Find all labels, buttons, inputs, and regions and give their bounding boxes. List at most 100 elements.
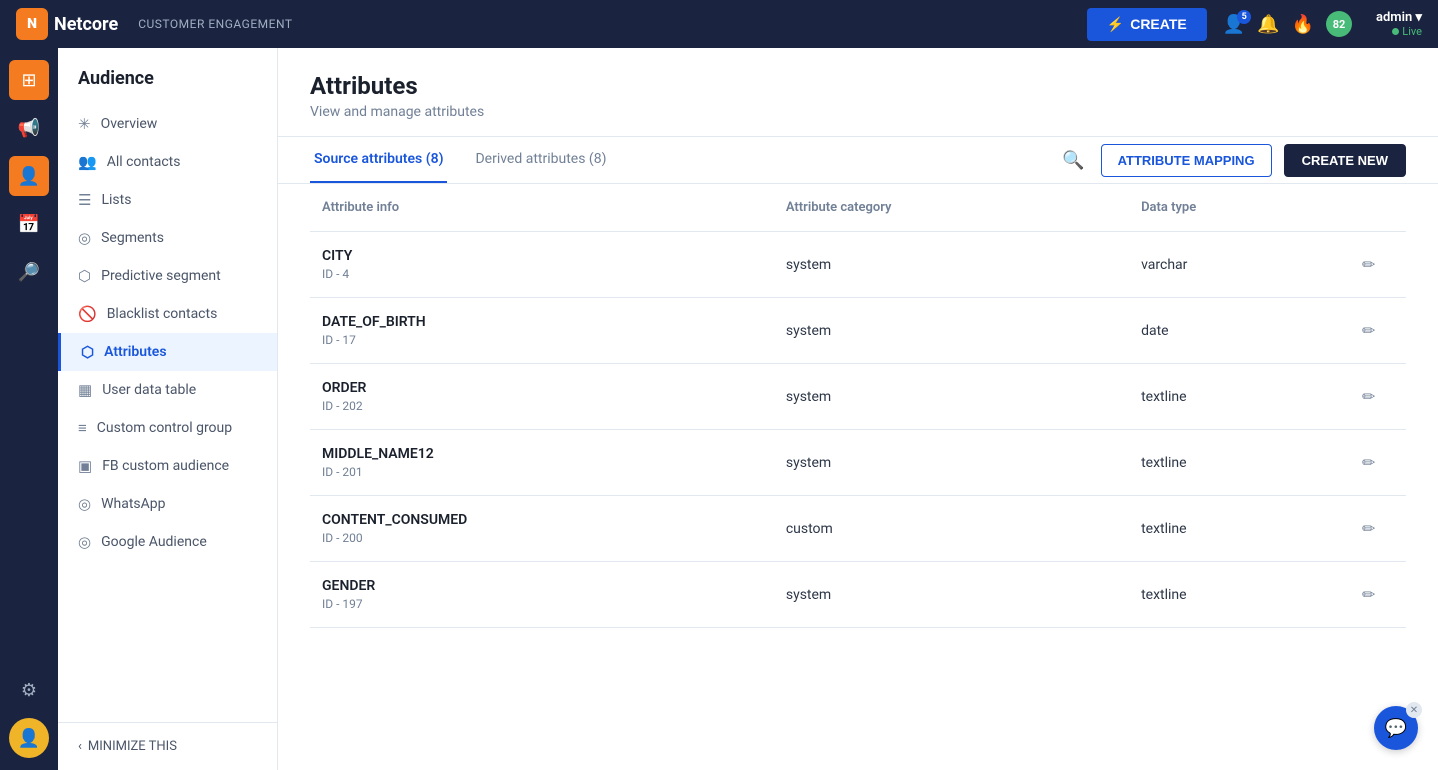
rail-item-support[interactable]: 👤 <box>9 718 49 758</box>
rail-item-calendar[interactable]: 📅 <box>9 204 49 244</box>
attr-action-cell: ✏ <box>1346 298 1406 364</box>
attr-info-cell: DATE_OF_BIRTH ID - 17 <box>310 298 774 364</box>
sidebar-item-predictive-segment[interactable]: ⬡ Predictive segment <box>58 257 277 295</box>
attr-action-cell: ✏ <box>1346 430 1406 496</box>
sidebar-nav: ✳ Overview 👥 All contacts ☰ Lists ◎ Segm… <box>58 101 277 722</box>
attr-id: ID - 202 <box>322 399 762 413</box>
top-navigation: N Netcore CUSTOMER ENGAGEMENT ⚡ CREATE 👤… <box>0 0 1438 48</box>
attr-category-cell: custom <box>774 496 1129 562</box>
sidebar-item-label: Blacklist contacts <box>107 306 218 322</box>
lists-icon: ☰ <box>78 191 91 209</box>
sidebar-item-label: Segments <box>101 230 164 246</box>
sidebar-item-google-audience[interactable]: ◎ Google Audience <box>58 523 277 561</box>
sidebar-item-lists[interactable]: ☰ Lists <box>58 181 277 219</box>
attr-id: ID - 200 <box>322 531 762 545</box>
col-attribute-category: Attribute category <box>774 184 1129 232</box>
attr-info-cell: ORDER ID - 202 <box>310 364 774 430</box>
create-label: CREATE <box>1130 16 1187 32</box>
chat-bubble[interactable]: 💬 ✕ <box>1374 706 1418 750</box>
overview-icon: ✳ <box>78 115 91 133</box>
sidebar-item-user-data-table[interactable]: ▦ User data table <box>58 371 277 409</box>
page-title: Attributes <box>310 72 1406 100</box>
edit-attribute-button[interactable]: ✏ <box>1358 581 1379 609</box>
table-row: DATE_OF_BIRTH ID - 17 system date ✏ <box>310 298 1406 364</box>
rail-item-grid[interactable]: ⊞ <box>9 60 49 100</box>
attr-datatype-cell: varchar <box>1129 232 1346 298</box>
edit-attribute-button[interactable]: ✏ <box>1358 383 1379 411</box>
edit-attribute-button[interactable]: ✏ <box>1358 515 1379 543</box>
attr-name: CONTENT_CONSUMED <box>322 512 762 528</box>
minimize-label: MINIMIZE THIS <box>88 739 177 754</box>
search-button[interactable]: 🔍 <box>1058 146 1088 175</box>
rail-item-analytics[interactable]: 🔎 <box>9 252 49 292</box>
attr-datatype-cell: textline <box>1129 496 1346 562</box>
sidebar-item-label: Predictive segment <box>101 268 221 284</box>
admin-dropdown[interactable]: admin ▾ Live <box>1376 10 1422 38</box>
attr-action-cell: ✏ <box>1346 496 1406 562</box>
attr-datatype-cell: textline <box>1129 430 1346 496</box>
edit-attribute-button[interactable]: ✏ <box>1358 251 1379 279</box>
col-actions <box>1346 184 1406 232</box>
edit-attribute-button[interactable]: ✏ <box>1358 449 1379 477</box>
sidebar-item-label: Lists <box>101 192 131 208</box>
bell-icon[interactable]: 🔔 <box>1257 14 1279 35</box>
fire-icon[interactable]: 🔥 <box>1292 14 1314 35</box>
attr-datatype-cell: textline <box>1129 364 1346 430</box>
attr-name: GENDER <box>322 578 762 594</box>
green-circle-icon[interactable]: 82 <box>1326 11 1352 37</box>
user-nav-icon[interactable]: 👤 5 <box>1223 14 1245 35</box>
table-head: Attribute info Attribute category Data t… <box>310 184 1406 232</box>
sidebar-item-label: User data table <box>102 382 196 398</box>
attr-category-cell: system <box>774 232 1129 298</box>
rail-item-audience[interactable]: 👤 <box>9 156 49 196</box>
tabs-actions: 🔍 ATTRIBUTE MAPPING CREATE NEW <box>1058 144 1406 177</box>
attribute-mapping-button[interactable]: ATTRIBUTE MAPPING <box>1101 144 1272 177</box>
sidebar-item-overview[interactable]: ✳ Overview <box>58 105 277 143</box>
page-header: Attributes View and manage attributes <box>278 48 1438 137</box>
sidebar-item-whatsapp[interactable]: ◎ WhatsApp <box>58 485 277 523</box>
user-data-icon: ▦ <box>78 381 92 399</box>
attr-info-cell: CITY ID - 4 <box>310 232 774 298</box>
logo[interactable]: N Netcore <box>16 8 118 40</box>
chat-close-button[interactable]: ✕ <box>1406 702 1422 718</box>
attributes-icon: ⬡ <box>81 343 94 361</box>
attr-category-cell: system <box>774 562 1129 628</box>
tab-source-attributes[interactable]: Source attributes (8) <box>310 137 447 183</box>
sidebar-item-label: WhatsApp <box>101 496 165 512</box>
user-badge: 5 <box>1237 10 1251 24</box>
rail-item-megaphone[interactable]: 📢 <box>9 108 49 148</box>
fb-icon: ▣ <box>78 457 92 475</box>
sidebar-item-segments[interactable]: ◎ Segments <box>58 219 277 257</box>
sidebar-item-label: Custom control group <box>97 420 232 436</box>
sidebar-item-attributes[interactable]: ⬡ Attributes <box>58 333 277 371</box>
page-subtitle: View and manage attributes <box>310 104 1406 120</box>
sidebar-title: Audience <box>58 48 277 101</box>
table-row: GENDER ID - 197 system textline ✏ <box>310 562 1406 628</box>
table-row: CITY ID - 4 system varchar ✏ <box>310 232 1406 298</box>
minimize-button[interactable]: ‹ MINIMIZE THIS <box>58 722 277 770</box>
sidebar-item-all-contacts[interactable]: 👥 All contacts <box>58 143 277 181</box>
sidebar-item-blacklist-contacts[interactable]: 🚫 Blacklist contacts <box>58 295 277 333</box>
rail-item-settings[interactable]: ⚙ <box>9 670 49 710</box>
sidebar-item-label: Attributes <box>104 344 166 360</box>
sidebar-item-fb-custom-audience[interactable]: ▣ FB custom audience <box>58 447 277 485</box>
tab-derived-attributes[interactable]: Derived attributes (8) <box>471 137 610 183</box>
edit-attribute-button[interactable]: ✏ <box>1358 317 1379 345</box>
sidebar-item-label: All contacts <box>107 154 181 170</box>
create-new-button[interactable]: CREATE NEW <box>1284 144 1406 177</box>
table-row: ORDER ID - 202 system textline ✏ <box>310 364 1406 430</box>
nav-icons: 👤 5 🔔 🔥 82 admin ▾ Live <box>1223 10 1422 38</box>
attr-name: ORDER <box>322 380 762 396</box>
attr-datatype-cell: date <box>1129 298 1346 364</box>
predictive-icon: ⬡ <box>78 267 91 285</box>
attr-id: ID - 17 <box>322 333 762 347</box>
attr-action-cell: ✏ <box>1346 562 1406 628</box>
sidebar: Audience ✳ Overview 👥 All contacts ☰ Lis… <box>58 48 278 770</box>
create-button[interactable]: ⚡ CREATE <box>1087 8 1207 41</box>
attr-id: ID - 201 <box>322 465 762 479</box>
table-container: Attribute info Attribute category Data t… <box>278 184 1438 628</box>
chevron-down-icon: ▾ <box>1415 10 1422 25</box>
attr-name: CITY <box>322 248 762 264</box>
sidebar-item-custom-control-group[interactable]: ≡ Custom control group <box>58 409 277 447</box>
tabs-bar: Source attributes (8) Derived attributes… <box>278 137 1438 184</box>
